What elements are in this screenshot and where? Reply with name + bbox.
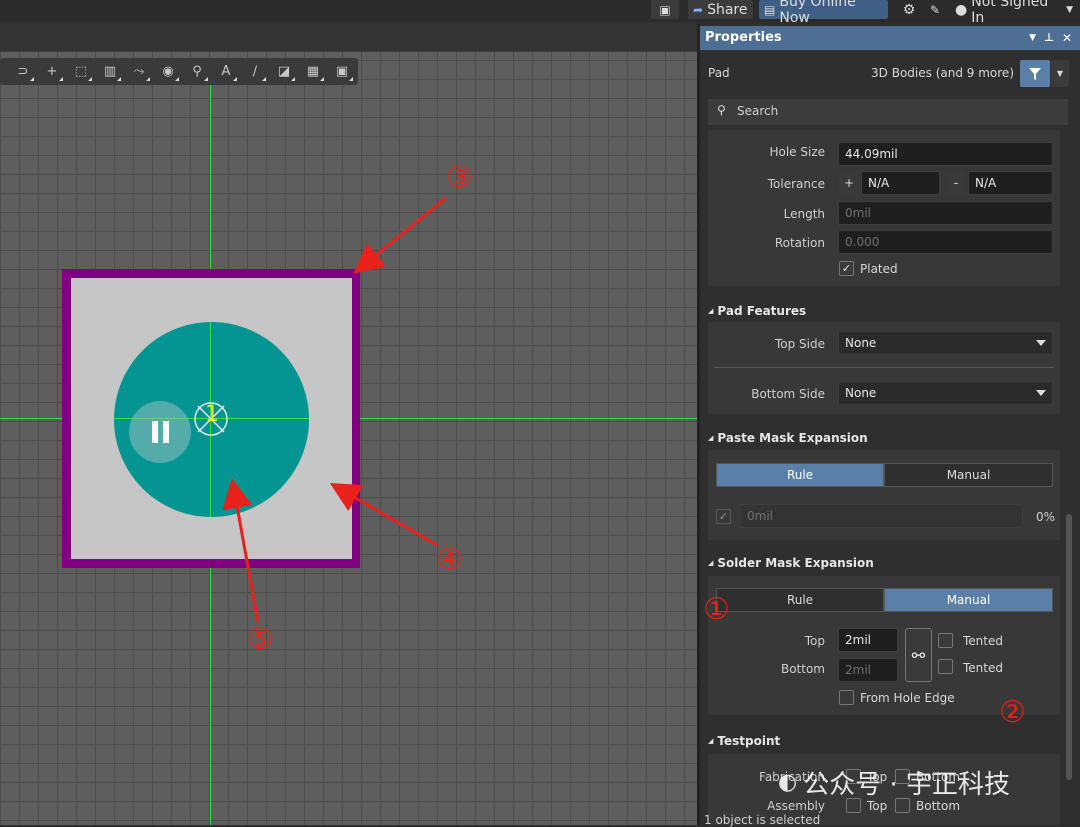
solder-mask-header[interactable]: Solder Mask Expansion — [708, 556, 873, 570]
hole-size-label: Hole Size — [769, 145, 825, 159]
tolerance-plus-sign: + — [839, 171, 859, 195]
watermark-text: 公众号 · 宇正科技 — [803, 770, 1010, 800]
tolerance-minus-sign: - — [946, 171, 966, 195]
pad-features-header[interactable]: Pad Features — [708, 304, 806, 318]
assembly-label: Assembly — [767, 799, 825, 813]
plated-checkbox[interactable]: ✓ — [839, 261, 854, 276]
solder-top-label: Top — [804, 634, 825, 648]
annotation-2: ② — [999, 695, 1026, 730]
rotation-label: Rotation — [774, 236, 825, 250]
chevron-down-icon: ▼ — [1056, 69, 1064, 78]
paste-mask-value-field[interactable]: 0mil — [740, 504, 1023, 528]
tolerance-minus-field[interactable]: N/A — [968, 171, 1053, 195]
paste-mask-rule-button[interactable]: Rule — [716, 463, 884, 487]
panel-scrollbar[interactable] — [1066, 514, 1072, 780]
annotation-5: ⑤ — [247, 622, 274, 657]
paste-mask-percent: 0% — [1036, 510, 1056, 524]
tented-top-checkbox[interactable] — [938, 633, 953, 648]
close-icon[interactable]: ✕ — [1062, 26, 1072, 50]
annotation-3: ③ — [446, 160, 473, 195]
search-icon: ⚲ — [717, 103, 726, 117]
chain-link-icon: ⚯ — [911, 645, 926, 665]
top-side-select[interactable]: None — [838, 331, 1053, 355]
checkmark-icon: ✓ — [718, 510, 729, 523]
search-input[interactable]: ⚲ Search — [708, 99, 1068, 125]
tented-top-label: Tented — [963, 634, 1003, 648]
bottom-side-value: None — [845, 386, 877, 400]
paste-mask-checkbox[interactable]: ✓ — [716, 509, 731, 524]
chevron-down-icon — [1036, 390, 1046, 396]
search-placeholder: Search — [737, 104, 779, 118]
from-hole-edge-label: From Hole Edge — [860, 691, 955, 705]
tented-bottom-label: Tented — [963, 661, 1003, 675]
assembly-bottom-label: Bottom — [916, 799, 961, 813]
rotation-field[interactable]: 0.000 — [838, 230, 1053, 254]
tolerance-label: Tolerance — [767, 177, 825, 191]
watermark: ◐ 公众号 · 宇正科技 — [778, 764, 1010, 801]
from-hole-edge-checkbox[interactable] — [839, 690, 854, 705]
panel-title: Properties — [705, 30, 782, 45]
annotation-4: ④ — [436, 542, 463, 577]
chevron-down-icon — [1036, 340, 1046, 346]
length-label: Length — [783, 207, 825, 221]
object-type-label: Pad — [708, 66, 730, 80]
panel-title-bar: Properties ▼ ⊥ ✕ — [700, 26, 1080, 50]
tented-bottom-checkbox[interactable] — [938, 659, 953, 674]
tolerance-plus-field[interactable]: N/A — [861, 171, 940, 195]
filter-icon — [1029, 67, 1041, 80]
checkmark-icon: ✓ — [841, 262, 852, 275]
length-field[interactable]: 0mil — [838, 201, 1053, 225]
paste-mask-header[interactable]: Paste Mask Expansion — [708, 431, 867, 445]
solder-bottom-field[interactable]: 2mil — [838, 658, 898, 682]
filter-summary: 3D Bodies (and 9 more) — [871, 66, 1014, 80]
paste-mask-manual-button[interactable]: Manual — [884, 463, 1053, 487]
filter-dropdown-button[interactable]: ▼ — [1051, 60, 1069, 87]
assembly-top-label: Top — [867, 799, 888, 813]
solder-mask-rule-button[interactable]: Rule — [716, 588, 884, 612]
top-side-label: Top Side — [774, 337, 825, 351]
pin-icon[interactable]: ⊥ — [1044, 26, 1054, 50]
solder-top-field[interactable]: 2mil — [838, 628, 898, 652]
solder-mask-manual-button[interactable]: Manual — [884, 588, 1053, 612]
panel-menu-icon[interactable]: ▼ — [1029, 26, 1036, 50]
filter-button[interactable] — [1020, 60, 1050, 87]
annotation-1: ① — [703, 592, 730, 627]
bottom-side-select[interactable]: None — [838, 381, 1053, 405]
plated-label: Plated — [860, 262, 898, 276]
bottom-side-label: Bottom Side — [751, 387, 825, 401]
wechat-icon: ◐ — [778, 770, 798, 795]
solder-bottom-label: Bottom — [780, 662, 825, 676]
testpoint-header[interactable]: Testpoint — [708, 734, 780, 748]
hole-size-field[interactable]: 44.09mil — [838, 142, 1053, 166]
divider — [714, 367, 1054, 368]
top-side-value: None — [845, 336, 877, 350]
link-values-button[interactable]: ⚯ — [905, 628, 932, 682]
